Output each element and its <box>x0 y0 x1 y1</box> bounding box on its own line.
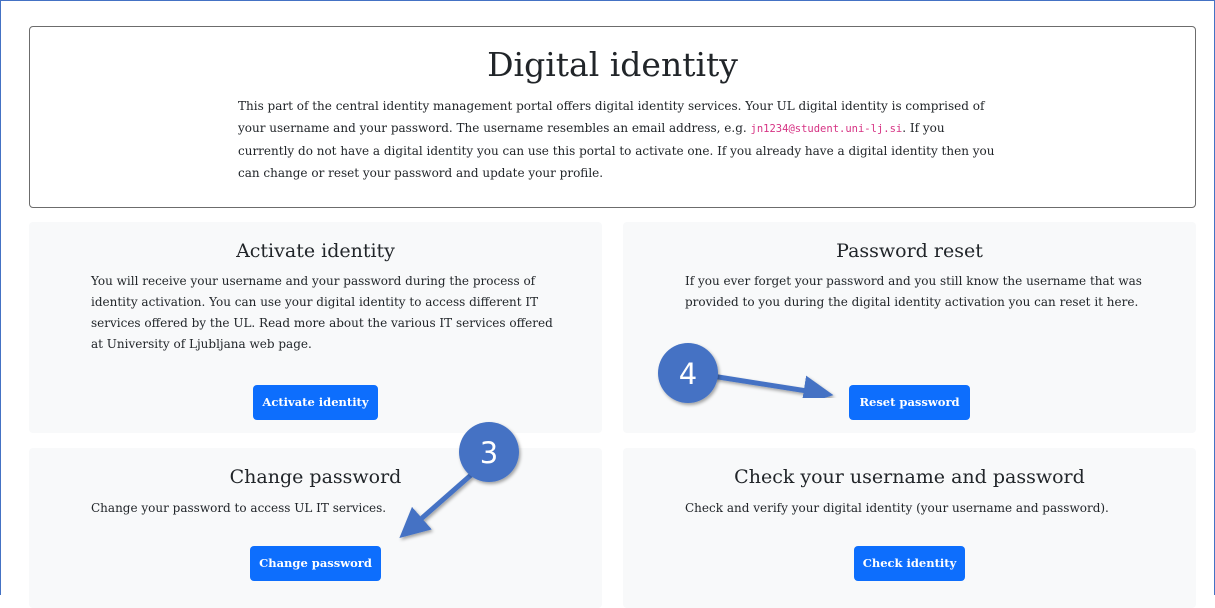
activate-identity-button[interactable]: Activate identity <box>253 385 378 420</box>
activate-identity-card: Activate identity You will receive your … <box>29 222 602 433</box>
password-reset-title: Password reset <box>836 240 983 262</box>
change-password-text: Change your password to access UL IT ser… <box>91 501 387 515</box>
password-reset-card: Password reset If you ever forget your p… <box>623 222 1196 433</box>
intro-text: This part of the central identity manage… <box>238 95 998 184</box>
example-email: jn1234@student.uni-lj.si <box>750 123 903 135</box>
activate-identity-title: Activate identity <box>236 240 395 262</box>
check-identity-button[interactable]: Check identity <box>854 546 965 581</box>
activate-identity-text: You will receive your username and your … <box>91 274 553 351</box>
password-reset-text: If you ever forget your password and you… <box>685 274 1142 309</box>
reset-password-button[interactable]: Reset password <box>849 385 970 420</box>
page-title: Digital identity <box>487 45 738 84</box>
change-password-button[interactable]: Change password <box>250 546 381 581</box>
check-identity-text: Check and verify your digital identity (… <box>685 501 1109 515</box>
check-identity-card: Check your username and password Check a… <box>623 448 1196 608</box>
intro-panel: Digital identity This part of the centra… <box>29 26 1196 208</box>
change-password-title: Change password <box>229 466 402 488</box>
change-password-card: Change password Change your password to … <box>29 448 602 608</box>
check-identity-title: Check your username and password <box>734 466 1085 488</box>
